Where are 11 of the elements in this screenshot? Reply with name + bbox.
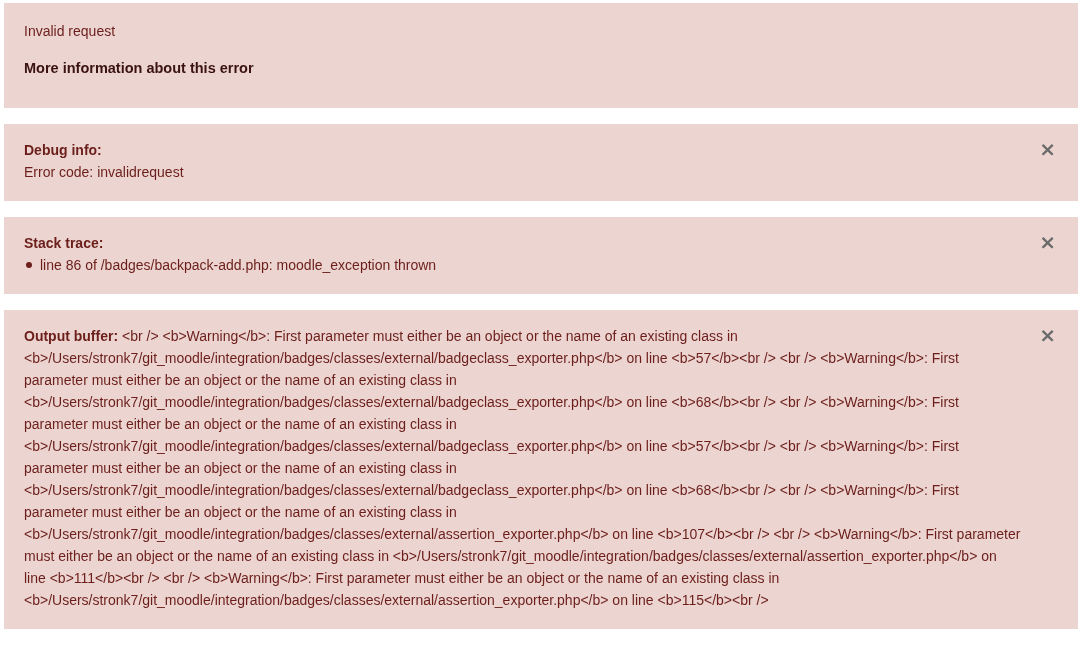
panel-title: Debug info:	[24, 141, 103, 160]
close-button[interactable]: ×	[1037, 232, 1058, 252]
stack-trace-line: line 86 of /badges/backpack-add.php: moodle_exception thrown	[40, 256, 437, 275]
error-code-text: Error code: invalidrequest	[24, 163, 185, 182]
bullet-icon	[26, 262, 32, 268]
close-button[interactable]: ×	[1037, 139, 1058, 159]
close-button[interactable]: ×	[1037, 325, 1058, 345]
more-info-link[interactable]: More information about this error	[24, 58, 254, 78]
output-buffer-text: Output buffer: <br /> <b>Warning</b>: First parameter must either be an object or the name of an existing class in <b>/Users/stronk7/git_moodle/integration/badges/classes/external/badgeclass_exporter.php</b> on line <b>57</b><br /> <br /> <b>Warning</b>: First parameter must either be an object or the name of an existing class in <b>/Users/stronk7/git_moodle/integration/badges/classes/external/badgeclass_exporter.php</b> on line <b>68</b><br /> <br /> <b>Warning</b>: First parameter must either be an object or the name of an existing class in <b>/Users/stronk7/git_moodle/integration/badges/classes/external/badgeclass_exporter.php</b> on line <b>57</b><br /> <br /> <b>Warning</b>: First parameter must either be an object or the name of an existing class in <b>/Users/stronk7/git_moodle/integration/badges/classes/external/badgeclass_exporter.php</b> on line <b>68</b><br /> <br /> <b>Warning</b>: First parameter must either be an object or the name of an existing class in <b>/Users/stronk7/git_moodle/integration/badges/classes/external/assertion_exporter.php</b> on line <b>107</b><br /> <br /> <b>Warning</b>: First parameter must either be an object or the name of an existing class in <b>/Users/stronk7/git_moodle/integration/badges/classes/external/assertion_exporter.php</b> on line <b>111</b><br /> <br /> <b>Warning</b>: First parameter must either be an object or the name of an existing class in <b>/Users/stronk7/git_moodle/integration/badges/classes/external/assertion_exporter.php</b> on line <b>115</b><br />	[24, 327, 1022, 610]
error-message: Invalid request	[24, 22, 116, 41]
panel-title: Stack trace:	[24, 234, 105, 253]
